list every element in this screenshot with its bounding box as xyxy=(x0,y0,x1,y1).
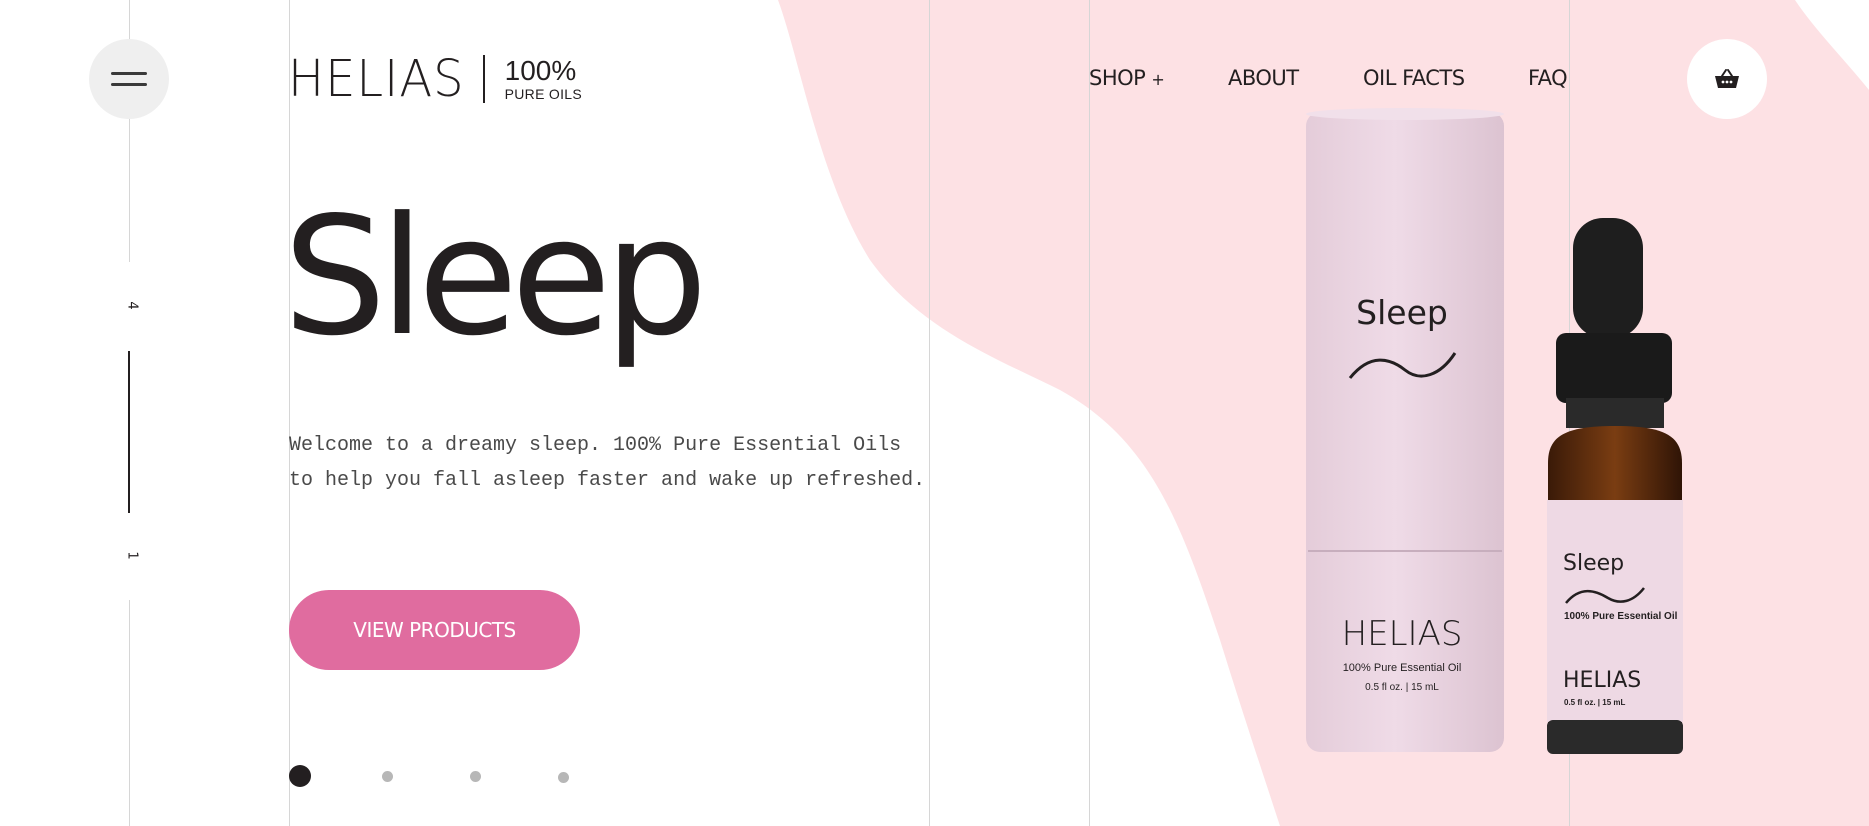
bottle-name: Sleep xyxy=(1563,551,1624,576)
tube-package: Sleep HELIAS 100% Pure Essential Oil 0.5… xyxy=(1306,108,1504,752)
pagination-dot[interactable] xyxy=(382,771,393,782)
tube-line1: 100% Pure Essential Oil xyxy=(1343,662,1462,674)
view-products-button[interactable]: VIEW PRODUCTS xyxy=(289,590,580,670)
hamburger-icon-bar xyxy=(111,83,147,86)
grid-line xyxy=(1089,0,1090,826)
nav-shop[interactable]: SHOP + xyxy=(1089,66,1165,90)
nav-about[interactable]: ABOUT xyxy=(1228,66,1299,90)
nav-oil-facts[interactable]: OIL FACTS xyxy=(1363,66,1465,90)
logo-badge: 100% PURE OILS xyxy=(504,55,583,102)
hero-description: Welcome to a dreamy sleep. 100% Pure Ess… xyxy=(289,434,926,492)
product-image: Sleep HELIAS 100% Pure Essential Oil 0.5… xyxy=(1306,108,1683,754)
bottle-descriptor: 100% Pure Essential Oil xyxy=(1564,611,1678,622)
dropper-bottle: Sleep 100% Pure Essential Oil HELIAS 0.5… xyxy=(1547,218,1683,754)
hamburger-icon xyxy=(111,72,147,75)
cart-button[interactable] xyxy=(1687,39,1767,119)
tube-line2: 0.5 fl oz. | 15 mL xyxy=(1365,682,1439,693)
logo-wordmark: HELIAS xyxy=(288,49,465,109)
menu-button[interactable] xyxy=(89,39,169,119)
pagination-dot[interactable] xyxy=(470,771,481,782)
logo-percent: 100% xyxy=(504,55,577,86)
hero-title: Sleep xyxy=(283,183,708,372)
tube-brand: HELIAS xyxy=(1342,614,1463,654)
tube-name: Sleep xyxy=(1356,293,1448,332)
slide-total: 4 xyxy=(124,301,140,310)
logo-subtitle: PURE OILS xyxy=(504,86,583,102)
pagination-dot-active[interactable] xyxy=(289,765,311,787)
plus-icon: + xyxy=(1151,70,1165,89)
grid-line xyxy=(929,0,930,826)
nav-faq[interactable]: FAQ xyxy=(1528,66,1568,90)
grid-line xyxy=(289,0,290,826)
basket-icon xyxy=(1715,69,1739,88)
nav-shop-label: SHOP xyxy=(1089,66,1146,90)
bottle-brand: HELIAS xyxy=(1563,668,1641,693)
pagination-dot[interactable] xyxy=(558,772,569,783)
bottle-size: 0.5 fl oz. | 15 mL xyxy=(1564,698,1625,707)
logo-divider xyxy=(482,55,485,103)
slide-current: 1 xyxy=(124,551,140,560)
slide-progress-line xyxy=(128,351,130,513)
brand-logo[interactable]: HELIAS 100% PURE OILS xyxy=(288,52,582,106)
